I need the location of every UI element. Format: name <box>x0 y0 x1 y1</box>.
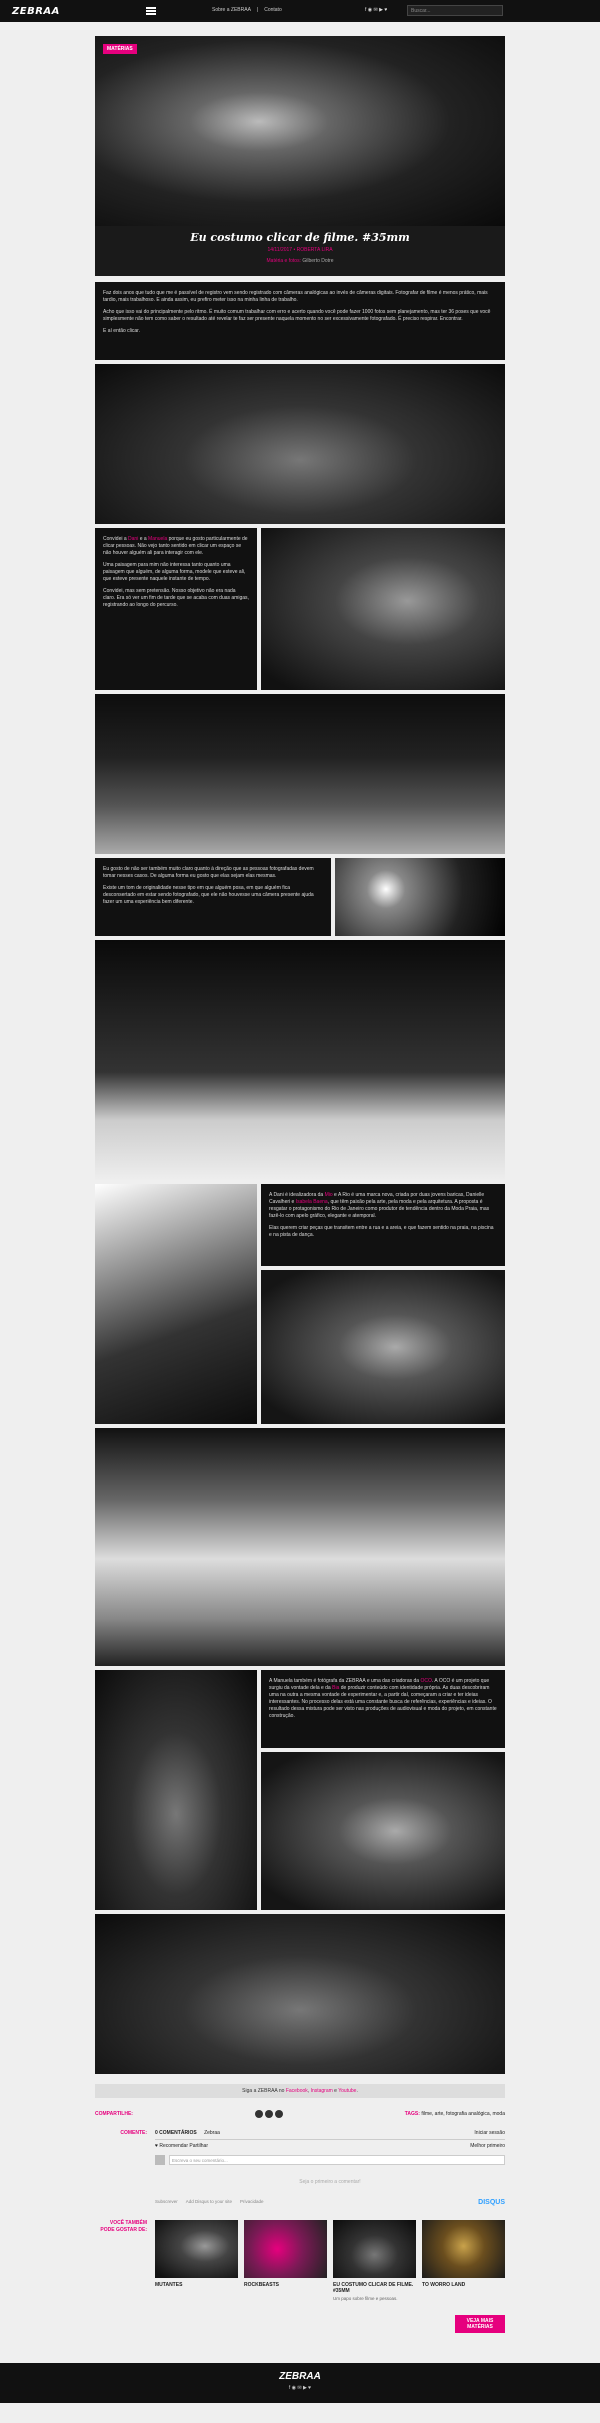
empty-comments-message: Seja o primeiro a comentar! <box>299 2179 361 2185</box>
block2-paragraph-1: Convidei a Dani e a Manuela porque eu go… <box>103 536 248 556</box>
text-block-3: Eu gosto de não ser também muito claro q… <box>95 858 331 936</box>
footer-social-icons[interactable]: f ◉ ✉ ▶ ♥ <box>0 2385 600 2391</box>
block3-paragraph-1: Eu gosto de não ser também muito claro q… <box>103 866 314 879</box>
text-block-4: A Dani é idealizadora da Mio e A Rio é u… <box>261 1184 505 1266</box>
article-meta: 14/11/2017 • ROBERTA LIRA <box>267 247 333 253</box>
comment-input[interactable]: Escreva o seu comentário... <box>169 2155 505 2165</box>
hero-section: MATÉRIAS Eu costumo clicar de filme. #35… <box>95 36 505 276</box>
photo-night-street-walk <box>95 1670 257 1910</box>
comments-label: COMENTE: <box>120 2130 147 2136</box>
related-card[interactable]: MUTANTES <box>155 2220 238 2301</box>
related-title: MUTANTES <box>155 2282 183 2288</box>
related-thumb <box>333 2220 416 2278</box>
avatar <box>155 2155 165 2165</box>
social-icons[interactable]: f ◉ ✉ ▶ ♥ <box>365 7 387 13</box>
link-facebook[interactable]: Facebook <box>286 2088 308 2094</box>
credit-name: Gilberto Dotre <box>302 258 334 264</box>
text-block-2: Convidei a Dani e a Manuela porque eu go… <box>95 528 257 690</box>
intro-paragraph-1: Faz dois anos que tudo que me é passível… <box>103 290 488 303</box>
related-card[interactable]: ROCKBEASTS <box>244 2220 327 2301</box>
photo-two-friends <box>261 528 505 690</box>
follow-strip: Siga a ZEBRAA no Facebook, Instagram e Y… <box>95 2084 505 2098</box>
related-label: VOCÊ TAMBÉM PODE GOSTAR DE: <box>100 2220 147 2233</box>
text-block-5: A Manuela também é fotógrafa da ZEBRAA e… <box>261 1670 505 1748</box>
facebook-share-icon[interactable] <box>254 2110 263 2118</box>
share-row: COMPARTILHE: TAGS: filme, arte, fotograf… <box>95 2110 505 2118</box>
subscribe-link[interactable]: Subscrever <box>155 2199 178 2206</box>
twitter-share-icon[interactable] <box>264 2110 273 2118</box>
tab-comment-count[interactable]: 0 COMENTÁRIOS <box>155 2130 197 2136</box>
block2-paragraph-3: Convidei, mas sem pretensão. Nosso objet… <box>103 588 249 608</box>
block5-paragraph-1: A Manuela também é fotógrafa da ZEBRAA e… <box>269 1678 497 1719</box>
related-thumb <box>155 2220 238 2278</box>
related-thumb <box>244 2220 327 2278</box>
related-subtitle: Um papo sobre filme e pessoas. <box>333 2296 398 2301</box>
article-credit: Matéria e fotos: Gilberto Dotre <box>95 258 505 264</box>
intro-text: Faz dois anos que tudo que me é passível… <box>95 282 505 360</box>
sort-select[interactable]: Melhor primeiro <box>470 2143 505 2149</box>
related-title: ROCKBEASTS <box>244 2282 280 2288</box>
article-container: MATÉRIAS Eu costumo clicar de filme. #35… <box>95 36 505 2333</box>
menu-icon[interactable] <box>146 7 156 15</box>
intro-paragraph-2: Acho que isso vai do principalmente pelo… <box>103 309 491 322</box>
top-nav-links: Sobre a ZEBRAA | Contato <box>212 7 282 13</box>
related-card[interactable]: TO WORRO LAND <box>422 2220 505 2301</box>
category-tag[interactable]: MATÉRIAS <box>103 44 137 54</box>
photo-kiosk <box>95 1428 505 1666</box>
photo-graffiti-door <box>261 1752 505 1910</box>
photo-beach-sitting <box>95 940 505 1180</box>
related-title: EU COSTUMO CLICAR DE FILME. #35MM <box>333 2282 414 2294</box>
search-input[interactable]: Buscar... <box>407 5 503 16</box>
tab-zebraa[interactable]: Zebraa <box>204 2130 220 2136</box>
link-instagram[interactable]: Instagram <box>311 2088 333 2094</box>
recommend-button[interactable]: ♥ Recomendar <box>155 2143 188 2149</box>
nav-link-about[interactable]: Sobre a ZEBRAA <box>212 7 251 13</box>
hero-photo <box>95 36 505 226</box>
related-card[interactable]: EU COSTUMO CLICAR DE FILME. #35MM Um pap… <box>333 2220 416 2301</box>
article-title: Eu costumo clicar de filme. #35mm <box>190 231 410 244</box>
photo-motorcycle <box>95 1914 505 2074</box>
related-section: VOCÊ TAMBÉM PODE GOSTAR DE: MUTANTES ROC… <box>95 2220 505 2301</box>
pinterest-share-icon[interactable] <box>274 2110 283 2118</box>
link-mio[interactable]: Mio <box>325 1192 333 1198</box>
share-icons <box>254 2110 283 2118</box>
intro-paragraph-3: E aí então clicar. <box>103 328 140 334</box>
link-manuela[interactable]: Manuela <box>148 536 167 542</box>
top-navbar: ZEBRAA Sobre a ZEBRAA | Contato f ◉ ✉ ▶ … <box>0 0 600 22</box>
comments-section: COMENTE: 0 COMENTÁRIOS Zebraa Iniciar se… <box>95 2130 505 2206</box>
block2-paragraph-2: Uma paisagem para mim não interessa tant… <box>103 562 246 582</box>
credit-label: Matéria e fotos: <box>266 258 301 264</box>
nav-separator: | <box>256 7 259 13</box>
photo-standing-lights <box>95 1184 257 1424</box>
photo-smoking-portrait <box>261 1270 505 1424</box>
block4-paragraph-1: A Dani é idealizadora da Mio e A Rio é u… <box>269 1192 490 1219</box>
footer: ZEBRAA f ◉ ✉ ▶ ♥ <box>0 2363 600 2403</box>
link-dani[interactable]: Dani <box>128 536 138 542</box>
photo-lights-portrait <box>335 858 505 936</box>
related-thumb <box>422 2220 505 2278</box>
more-articles-button[interactable]: VEJA MAIS MATÉRIAS <box>455 2315 505 2333</box>
photo-street-night <box>95 364 505 524</box>
photo-crosswalk <box>95 694 505 854</box>
privacy-link[interactable]: Privacidade <box>240 2199 264 2206</box>
site-logo[interactable]: ZEBRAA <box>12 6 60 17</box>
block4-paragraph-2: Elas querem criar peças que transitem en… <box>269 1225 494 1238</box>
login-link[interactable]: Iniciar sessão <box>474 2130 505 2136</box>
link-oco[interactable]: OCO <box>420 1678 431 1684</box>
nav-link-contact[interactable]: Contato <box>264 7 282 13</box>
link-isabela[interactable]: Isabela Baena <box>296 1199 328 1205</box>
share-button[interactable]: Partilhar <box>189 2143 208 2149</box>
add-disqus-link[interactable]: Add Disqus to your site <box>186 2199 232 2206</box>
disqus-logo[interactable]: DISQUS <box>478 2199 505 2206</box>
footer-logo[interactable]: ZEBRAA <box>0 2371 600 2382</box>
share-label: COMPARTILHE: <box>95 2111 133 2117</box>
block3-paragraph-2: Existe um tom de originalidade nesse tip… <box>103 885 314 905</box>
tags: TAGS: filme, arte, fotografia analógica,… <box>404 2111 505 2117</box>
link-youtube[interactable]: Youtube <box>338 2088 356 2094</box>
related-title: TO WORRO LAND <box>422 2282 466 2288</box>
